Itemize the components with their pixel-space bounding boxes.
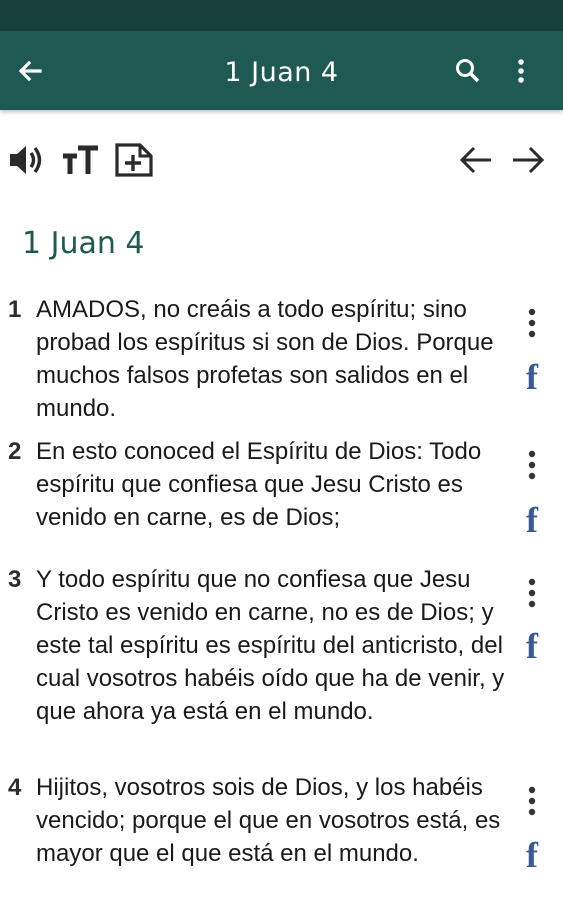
facebook-icon[interactable]: f xyxy=(519,359,545,395)
app-bar: 1 Juan 4 xyxy=(0,31,563,110)
verse-number: 3 xyxy=(8,566,22,593)
facebook-icon[interactable]: f xyxy=(519,502,545,538)
verse-text[interactable]: AMADOS, no creáis a todo espíritu; sino … xyxy=(36,293,514,425)
more-vert-icon[interactable] xyxy=(520,783,544,819)
more-vert-icon[interactable] xyxy=(520,575,544,611)
text-size-icon[interactable] xyxy=(60,138,100,182)
verse-item[interactable]: 4 Hijitos, vosotros sois de Dios, y los … xyxy=(0,771,563,900)
verse-text[interactable]: Y todo espíritu que no confiesa que Jesu… xyxy=(36,563,514,728)
more-vert-icon[interactable] xyxy=(505,55,537,87)
verse-text[interactable]: Hijitos, vosotros sois de Dios, y los ha… xyxy=(36,771,514,870)
verse-item[interactable]: 2 En esto conoced el Espíritu de Dios: T… xyxy=(0,435,563,545)
verse-text[interactable]: En esto conoced el Espíritu de Dios: Tod… xyxy=(36,435,514,534)
more-vert-icon[interactable] xyxy=(520,447,544,483)
verse-item[interactable]: 1 AMADOS, no creáis a todo espíritu; sin… xyxy=(0,293,563,423)
verse-item[interactable]: 3 Y todo espíritu que no confiesa que Je… xyxy=(0,563,563,763)
chapter-title: 1 Juan 4 xyxy=(22,226,145,261)
verse-number: 4 xyxy=(8,774,22,801)
reading-toolbar xyxy=(0,138,563,182)
status-bar xyxy=(0,0,563,31)
facebook-icon[interactable]: f xyxy=(519,628,545,664)
search-icon[interactable] xyxy=(452,55,484,87)
more-vert-icon[interactable] xyxy=(520,305,544,341)
verse-number: 1 xyxy=(8,296,22,323)
add-note-icon[interactable] xyxy=(114,138,154,182)
next-arrow-icon[interactable] xyxy=(508,138,548,182)
prev-arrow-icon[interactable] xyxy=(456,138,496,182)
verse-number: 2 xyxy=(8,438,22,465)
speaker-icon[interactable] xyxy=(6,138,46,182)
facebook-icon[interactable]: f xyxy=(519,837,545,873)
